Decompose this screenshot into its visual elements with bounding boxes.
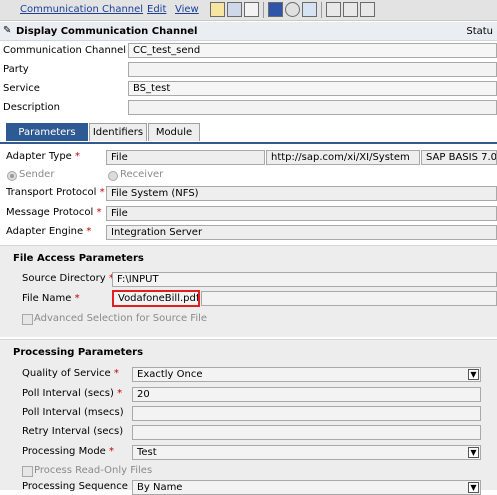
edit-pencil-icon[interactable] <box>210 2 225 17</box>
processing-mode-dropdown-icon[interactable]: ▼ <box>468 447 479 458</box>
find-icon[interactable] <box>343 2 358 17</box>
adapter-swcv-field[interactable]: SAP BASIS 7.00 <box>421 150 497 165</box>
party-field[interactable] <box>128 62 497 77</box>
processing-title: Processing Parameters <box>13 347 144 358</box>
channel-icon: ✎ <box>3 25 12 36</box>
sender-label: Sender <box>19 169 55 180</box>
info-icon[interactable] <box>268 2 283 17</box>
description-label: Description <box>3 102 60 113</box>
sender-radio[interactable] <box>7 171 17 181</box>
print-icon[interactable] <box>326 2 341 17</box>
tab-module[interactable]: Module <box>148 123 200 141</box>
source-directory-label: Source Directory * <box>22 273 114 284</box>
source-directory-field[interactable]: F:\INPUT <box>112 272 497 287</box>
copy-icon[interactable] <box>244 2 259 17</box>
file-access-title: File Access Parameters <box>13 253 144 264</box>
page-title: Display Communication Channel <box>16 26 198 37</box>
retry-interval-field[interactable] <box>132 425 481 440</box>
party-label: Party <box>3 64 29 75</box>
description-field[interactable] <box>128 100 497 115</box>
message-protocol-field[interactable]: File <box>106 206 497 221</box>
tab-identifiers[interactable]: Identifiers <box>89 123 147 141</box>
menu-edit[interactable]: Edit <box>147 4 166 15</box>
adapter-type-label: Adapter Type * <box>6 151 81 162</box>
save-icon[interactable] <box>227 2 242 17</box>
processing-sequence-label: Processing Sequence <box>22 481 128 492</box>
poll-interval-msecs-label: Poll Interval (msecs) <box>22 407 124 418</box>
quality-of-service-field[interactable]: Exactly Once <box>132 367 481 382</box>
processing-mode-field[interactable]: Test <box>132 445 481 460</box>
poll-interval-secs-field[interactable]: 20 <box>132 387 481 402</box>
quality-of-service-dropdown-icon[interactable]: ▼ <box>468 369 479 380</box>
adapter-engine-label: Adapter Engine * <box>6 226 92 237</box>
process-readonly-checkbox[interactable] <box>22 466 33 477</box>
file-name-field-ext[interactable] <box>201 291 497 306</box>
status-label: Statu <box>466 26 493 37</box>
tab-strip: Parameters Identifiers Module <box>0 123 497 144</box>
processing-mode-label: Processing Mode * <box>22 446 115 457</box>
tab-parameters[interactable]: Parameters <box>6 123 88 141</box>
file-name-label: File Name * <box>22 293 80 304</box>
adapter-namespace-field[interactable]: http://sap.com/xi/XI/System <box>266 150 420 165</box>
transport-protocol-field[interactable]: File System (NFS) <box>106 186 497 201</box>
toolbar-separator <box>321 2 322 18</box>
receiver-radio[interactable] <box>108 171 118 181</box>
communication-channel-field[interactable]: CC_test_send <box>128 43 497 58</box>
message-protocol-label: Message Protocol * <box>6 207 102 218</box>
service-field[interactable]: BS_test <box>128 81 497 96</box>
processing-sequence-field[interactable]: By Name <box>132 480 481 495</box>
menu-view[interactable]: View <box>175 4 199 15</box>
service-label: Service <box>3 83 40 94</box>
advanced-selection-label: Advanced Selection for Source File <box>34 313 208 324</box>
poll-interval-msecs-field[interactable] <box>132 406 481 421</box>
process-readonly-label: Process Read-Only Files <box>34 465 153 476</box>
receiver-label: Receiver <box>120 169 164 180</box>
menu-bar: Communication Channel Edit View <box>0 0 497 21</box>
transport-protocol-label: Transport Protocol * <box>6 187 105 198</box>
retry-interval-label: Retry Interval (secs) <box>22 426 124 437</box>
poll-interval-secs-label: Poll Interval (secs) * <box>22 388 123 399</box>
adapter-engine-field[interactable]: Integration Server <box>106 225 497 240</box>
check-icon[interactable] <box>285 2 300 17</box>
toolbar-separator <box>263 2 264 18</box>
advanced-selection-checkbox[interactable] <box>22 314 33 325</box>
file-name-field[interactable]: VodafoneBill.pdf <box>112 290 200 307</box>
communication-channel-label: Communication Channel <box>3 45 127 56</box>
menu-communication-channel[interactable]: Communication Channel <box>20 4 143 15</box>
adapter-type-field[interactable]: File <box>106 150 265 165</box>
title-bar: ✎ Display Communication Channel Statu <box>0 22 497 41</box>
processing-sequence-dropdown-icon[interactable]: ▼ <box>468 482 479 493</box>
hierarchy-icon[interactable] <box>302 2 317 17</box>
quality-of-service-label: Quality of Service * <box>22 368 119 379</box>
layout-icon[interactable] <box>360 2 375 17</box>
